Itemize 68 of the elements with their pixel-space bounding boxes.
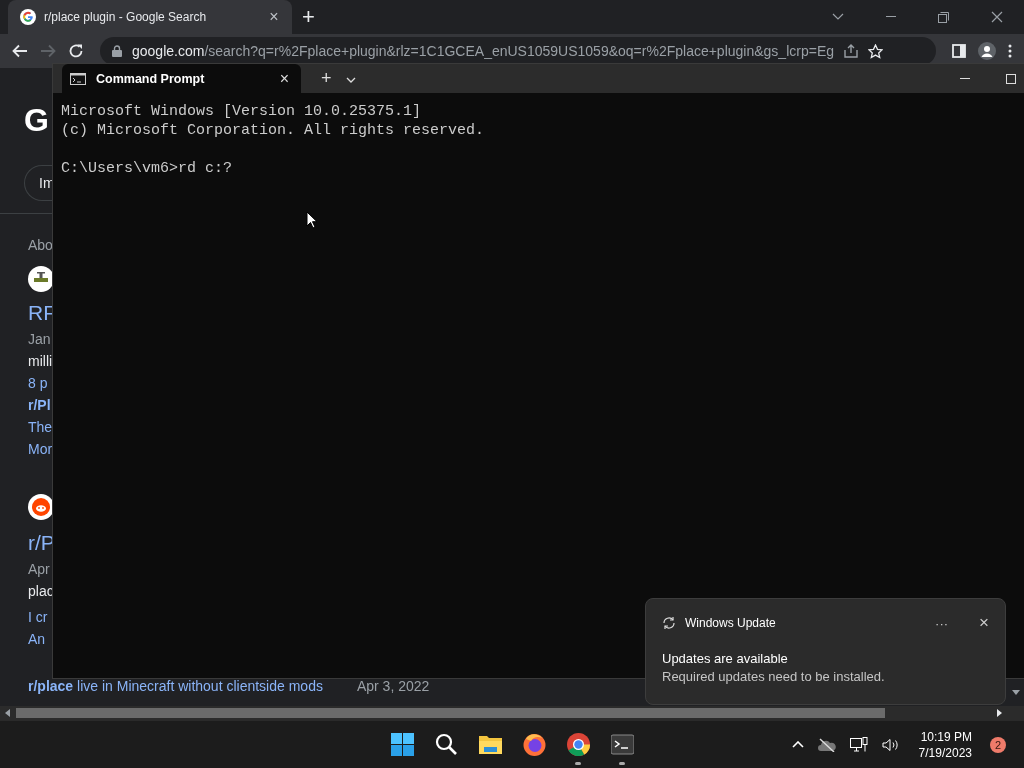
share-icon[interactable] <box>844 44 858 58</box>
console-output: Microsoft Windows [Version 10.0.25375.1] (c) Microsoft Corporation. All rights reserved. C:\Users\vm6>rd c:? <box>60 102 486 179</box>
result-date-text: Jan <box>28 330 51 349</box>
browser-tab[interactable]: r/place plugin - Google Search × <box>8 0 292 34</box>
google-icon <box>20 9 36 25</box>
star-icon[interactable] <box>868 43 883 59</box>
side-panel-icon[interactable] <box>952 44 966 58</box>
volume-icon[interactable] <box>881 737 899 752</box>
discussion-date: Apr 3, 2022 <box>356 678 430 694</box>
tab-title: Command Prompt <box>96 71 206 86</box>
folder-icon <box>478 733 502 756</box>
firefox-icon <box>522 733 546 756</box>
search-icon <box>434 733 458 756</box>
cloud-off-icon[interactable] <box>817 737 836 752</box>
clock-time[interactable]: 10:19 PM <box>920 728 972 745</box>
network-icon[interactable] <box>849 736 868 753</box>
snippet-text: milli <box>28 352 53 371</box>
restore-icon[interactable] <box>938 11 949 23</box>
close-button[interactable]: × <box>979 613 989 633</box>
chrome-icon <box>566 733 590 756</box>
notification-badge[interactable]: 2 <box>990 736 1006 753</box>
discussion-link[interactable]: r/place live in Minecraft without clientside mods <box>28 678 323 694</box>
start-icon <box>390 733 414 756</box>
more-options-button[interactable]: ··· <box>935 615 949 631</box>
address-bar[interactable]: google.com/search?q=r%2Fplace+plugin&rlz=1C1GCEA_enUS1059US1059&oq=r%2Fplace+plugin&gs_lcrp=Eg <box>100 37 936 65</box>
sync-icon <box>662 616 676 630</box>
result-date-text: Abo <box>28 236 53 255</box>
terminal-icon <box>610 733 634 756</box>
snippet-link[interactable]: Mor <box>28 438 53 460</box>
terminal-tab[interactable]: Command Prompt × <box>62 64 301 93</box>
menu-icon[interactable] <box>1008 44 1012 58</box>
clock-date[interactable]: 7/19/2023 <box>918 744 972 761</box>
scroll-down-arrow-icon <box>1012 690 1020 695</box>
site-favicon-icon <box>28 266 54 292</box>
snippet-link[interactable]: 8 p <box>28 372 48 394</box>
snippet-link[interactable]: The <box>28 416 53 438</box>
profile-icon[interactable] <box>978 42 996 60</box>
command-prompt-icon <box>70 72 86 85</box>
back-arrow-icon[interactable] <box>12 44 28 58</box>
minimize-icon[interactable] <box>960 77 970 80</box>
snippet-link[interactable]: I cr <box>28 606 48 628</box>
new-tab-button[interactable]: + <box>302 4 315 30</box>
maximize-icon[interactable] <box>1006 73 1016 84</box>
site-favicon-icon <box>28 494 54 520</box>
chevron-down-icon[interactable] <box>832 13 844 21</box>
notification-title: Updates are available <box>662 651 789 666</box>
lock-icon <box>112 45 122 57</box>
horizontal-scrollbar[interactable] <box>0 706 1024 720</box>
close-tab-button[interactable]: × <box>279 69 289 88</box>
snippet-text: plac <box>28 582 54 601</box>
result-date-text: Apr <box>28 560 50 579</box>
close-icon[interactable] <box>991 11 1003 23</box>
chevron-up-icon[interactable] <box>791 741 804 748</box>
snippet-link[interactable]: An <box>28 628 46 650</box>
minimize-icon[interactable] <box>886 16 896 18</box>
notification-body: Required updates need to be installed. <box>662 669 886 684</box>
scroll-right-arrow-icon[interactable] <box>997 709 1002 717</box>
update-toast[interactable]: Windows Update ··· × Updates are available Required updates need to be installed. <box>645 598 1006 705</box>
new-tab-button[interactable]: + <box>317 68 336 89</box>
close-tab-button[interactable]: × <box>266 8 282 26</box>
notification-app-name: Windows Update <box>685 616 777 630</box>
sitelink[interactable]: r/Pl <box>28 394 51 416</box>
url-text: google.com/search?q=r%2Fplace+plugin&rlz=1C1GCEA_enUS1059US1059&oq=r%2Fplace+plugin&gs_lcrp=Eg <box>132 43 834 59</box>
search-logo: G <box>24 102 49 139</box>
scroll-left-arrow-icon[interactable] <box>5 709 10 717</box>
tab-title: r/place plugin - Google Search <box>44 10 208 24</box>
reload-icon[interactable] <box>68 43 84 59</box>
mouse-cursor-icon <box>306 211 318 229</box>
